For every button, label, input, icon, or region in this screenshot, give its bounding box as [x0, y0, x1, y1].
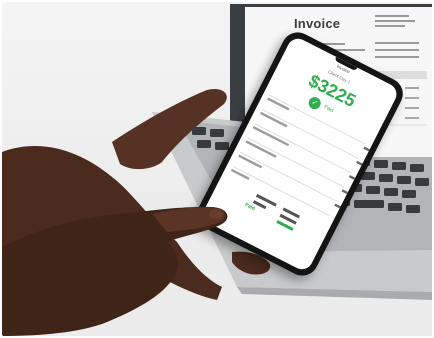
stock-photo: Invoice Invoice Client Day 1 $3225 ✓ Pai…	[2, 2, 432, 336]
payment-status: Paid	[322, 104, 335, 114]
invoice-title: Invoice	[294, 16, 341, 31]
